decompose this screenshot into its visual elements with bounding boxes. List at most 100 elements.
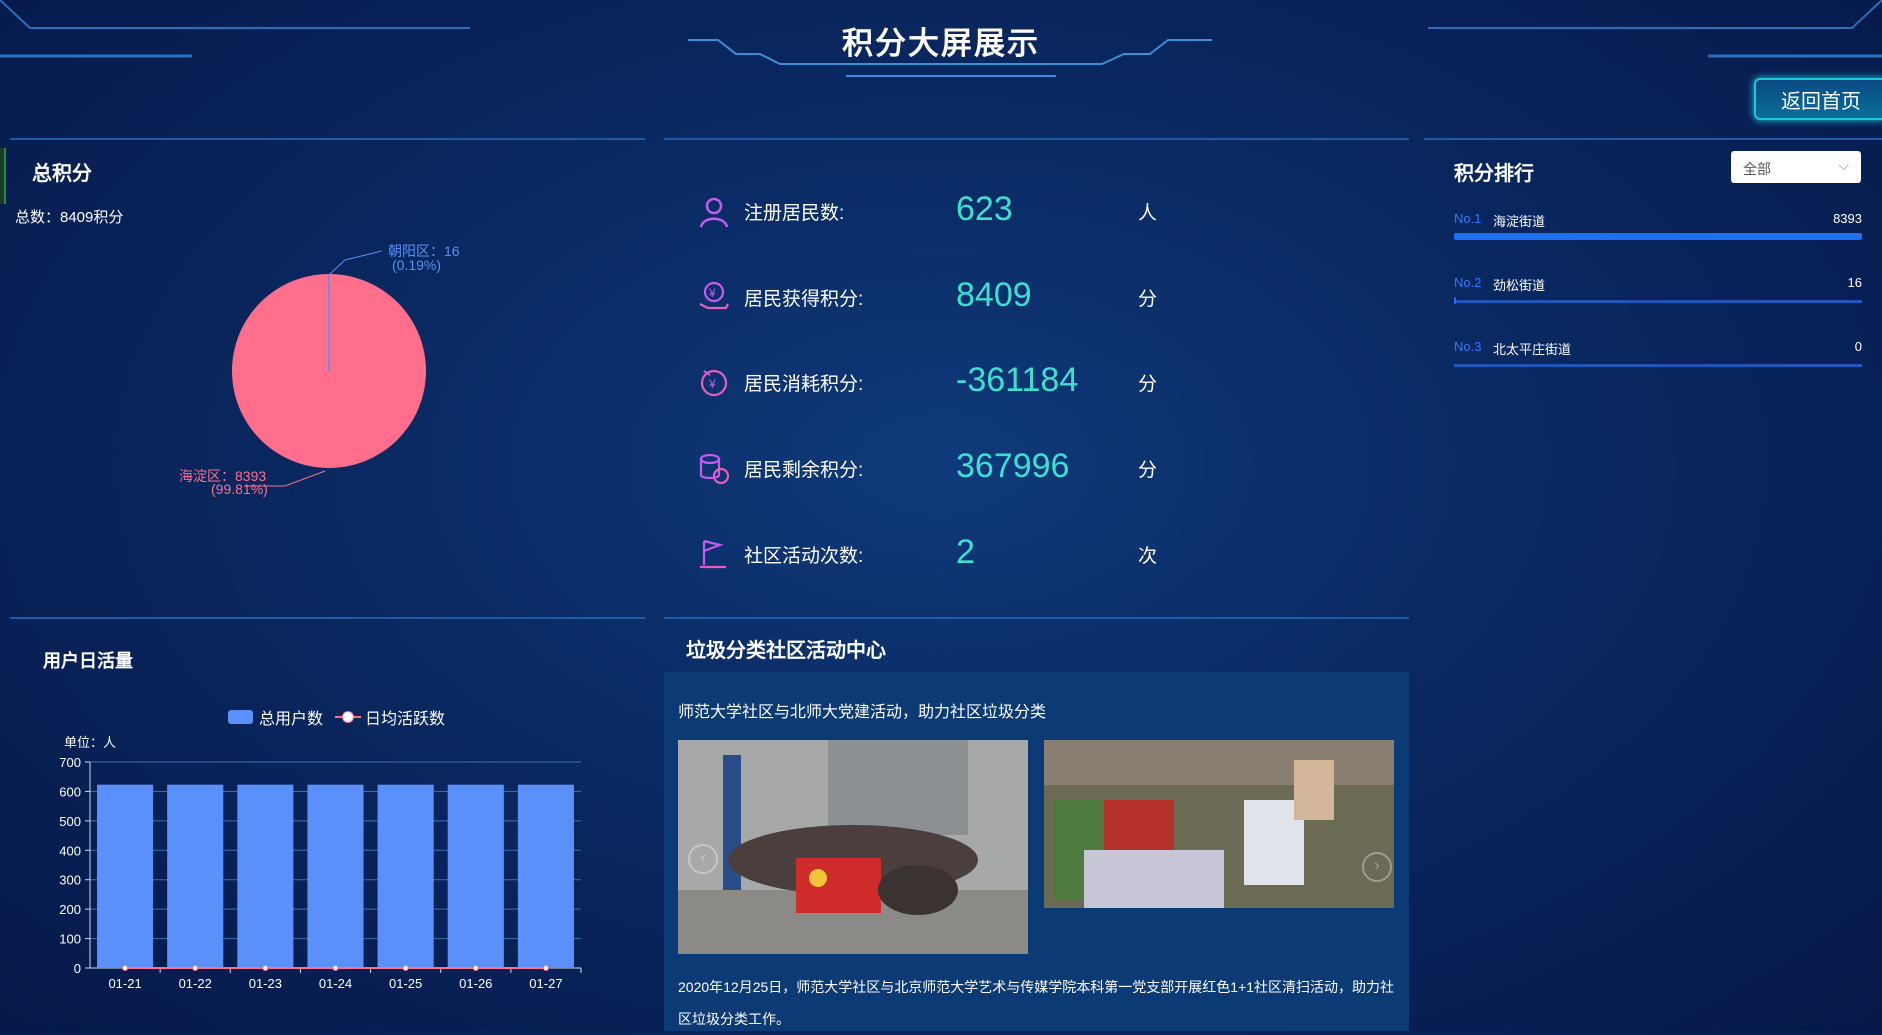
x-tick-label: 01-26 xyxy=(459,976,492,991)
coins-icon xyxy=(696,451,732,487)
stat-value: -361184 xyxy=(956,361,1079,399)
bar-total-users[interactable] xyxy=(97,784,154,968)
total-points-summary: 总数：8409积分 xyxy=(15,209,124,226)
stat-unit: 分 xyxy=(1138,460,1158,481)
legend-daily-active[interactable]: 日均活跃数 xyxy=(365,705,445,729)
carousel-next-arrow[interactable]: › xyxy=(1362,852,1392,882)
point-daily-active[interactable] xyxy=(192,965,199,971)
region-filter-value: 全部 xyxy=(1743,161,1771,177)
rank-name: 劲松街道 xyxy=(1493,278,1546,293)
panel-border-top-right xyxy=(1424,138,1882,140)
x-tick-label: 01-22 xyxy=(179,976,212,991)
activity-title: 垃圾分类社区活动中心 xyxy=(686,640,886,662)
rank-name: 海淀街道 xyxy=(1493,214,1546,229)
stat-row: 注册居民数: 623 人 xyxy=(696,186,1196,236)
stat-value: 2 xyxy=(956,533,975,571)
svg-text:¥: ¥ xyxy=(708,377,716,391)
svg-text:¥: ¥ xyxy=(708,286,716,300)
stat-value: 8409 xyxy=(956,276,1032,314)
point-daily-active[interactable] xyxy=(402,965,409,971)
chart-legend: 总用户数 日均活跃数 xyxy=(228,705,445,729)
point-daily-active[interactable] xyxy=(542,965,549,971)
bar-total-users[interactable] xyxy=(447,784,504,968)
stat-unit: 人 xyxy=(1138,203,1158,224)
x-tick-label: 01-24 xyxy=(319,976,352,991)
y-tick-label: 0 xyxy=(74,961,81,976)
rank-number: No.1 xyxy=(1454,211,1482,226)
y-tick-label: 400 xyxy=(59,843,81,858)
stat-label: 居民消耗积分: xyxy=(744,374,864,395)
stat-unit: 分 xyxy=(1138,289,1158,310)
rank-progress-bar xyxy=(1454,297,1456,304)
point-daily-active[interactable] xyxy=(472,965,479,971)
side-tab-marker xyxy=(0,148,6,204)
carousel-prev-arrow[interactable]: ‹ xyxy=(688,844,718,874)
stat-label: 注册居民数: xyxy=(744,203,845,224)
y-axis-unit-label: 单位：人 xyxy=(64,735,117,750)
stat-row: ¥ 居民获得积分: 8409 分 xyxy=(696,272,1196,322)
bar-total-users[interactable] xyxy=(377,784,434,968)
y-tick-label: 200 xyxy=(59,902,81,917)
x-tick-label: 01-25 xyxy=(389,976,422,991)
rank-number: No.3 xyxy=(1454,339,1482,354)
rank-progress-bar xyxy=(1454,233,1862,240)
activity-photo-2: › xyxy=(1044,740,1394,908)
total-points-pie-chart: 朝阳区：16 (0.19%) 海淀区：8393 (99.81%) xyxy=(179,243,460,497)
legend-total-users[interactable]: 总用户数 xyxy=(259,705,323,729)
daily-active-bar-chart: 0 100 200 300 400 500 600 700 01-21 01-22 01-23 01-… xyxy=(59,755,582,991)
y-tick-label: 100 xyxy=(59,932,81,947)
stat-row: 社区活动次数: 2 次 xyxy=(696,529,1196,579)
rank-value: 16 xyxy=(1847,275,1862,290)
group-photo-image xyxy=(678,740,1028,954)
chevron-down-icon: ⌵ xyxy=(1838,157,1849,173)
legend-line-swatch[interactable] xyxy=(335,710,362,724)
activity-headline[interactable]: 师范大学社区与北师大党建活动，助力社区垃圾分类 xyxy=(678,698,1046,722)
pie-label-haidian-percent: (99.81%) xyxy=(211,481,268,497)
stat-row: ¥ 居民消耗积分: -361184 分 xyxy=(696,357,1196,407)
back-home-button[interactable]: 返回首页 xyxy=(1754,78,1882,120)
total-points-title: 总积分 xyxy=(32,163,92,185)
stat-unit: 次 xyxy=(1138,546,1158,567)
stat-label: 居民获得积分: xyxy=(744,289,864,310)
activity-description: 2020年12月25日，师范大学社区与北京师范大学艺术与传媒学院本科第一党支部开… xyxy=(678,971,1398,1035)
x-tick-label: 01-23 xyxy=(249,976,282,991)
ranking-title: 积分排行 xyxy=(1454,163,1534,185)
user-icon xyxy=(696,194,732,230)
ranking-item: No.1 海淀街道 8393 xyxy=(1454,211,1862,251)
point-daily-active[interactable] xyxy=(332,965,339,971)
point-daily-active[interactable] xyxy=(262,965,269,971)
rank-track xyxy=(1454,364,1862,367)
ranking-item: No.3 北太平庄街道 0 xyxy=(1454,339,1862,379)
rank-track xyxy=(1454,300,1862,303)
pie-label-chaoyang-percent: (0.19%) xyxy=(392,257,441,273)
bar-total-users[interactable] xyxy=(167,784,224,968)
rank-name: 北太平庄街道 xyxy=(1493,342,1572,357)
panel-border-bottom-left xyxy=(10,617,645,619)
panel-border-bottom-center xyxy=(664,617,1409,619)
stat-value: 623 xyxy=(956,190,1013,228)
stat-value: 367996 xyxy=(956,447,1070,485)
activity-photo-1: ‹ xyxy=(678,740,1028,954)
hand-yen-icon: ¥ xyxy=(696,280,732,316)
y-tick-label: 700 xyxy=(59,755,81,770)
consume-icon: ¥ xyxy=(696,365,732,401)
bar-total-users[interactable] xyxy=(517,784,574,968)
bar-total-users[interactable] xyxy=(307,784,364,968)
activity-description-line1: 2020年12月25日，师范大学社区与北京师范大学艺术与传媒学院本科第一党支部开… xyxy=(678,979,1395,995)
y-tick-label: 600 xyxy=(59,784,81,799)
legend-bar-swatch[interactable] xyxy=(228,710,253,724)
panel-border-top-center xyxy=(664,138,1409,140)
panel-border-top-left xyxy=(10,138,645,140)
point-daily-active[interactable] xyxy=(122,965,129,971)
x-tick-label: 01-27 xyxy=(529,976,562,991)
bar-total-users[interactable] xyxy=(237,784,294,968)
stat-row: 居民剩余积分: 367996 分 xyxy=(696,443,1196,493)
rank-number: No.2 xyxy=(1454,275,1482,290)
activity-description-line2: 区垃圾分类工作。 xyxy=(678,1011,790,1027)
region-filter-select[interactable]: 全部 ⌵ xyxy=(1731,151,1861,183)
rank-value: 0 xyxy=(1854,339,1862,354)
y-tick-label: 300 xyxy=(59,873,81,888)
stat-unit: 分 xyxy=(1138,374,1158,395)
y-tick-label: 500 xyxy=(59,814,81,829)
daily-active-title: 用户日活量 xyxy=(43,651,133,671)
